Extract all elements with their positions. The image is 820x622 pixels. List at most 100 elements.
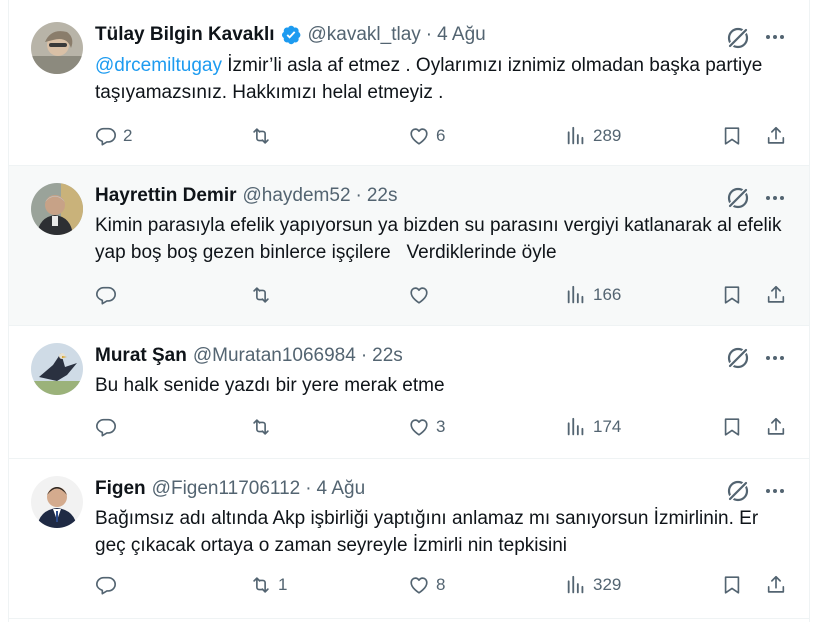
verified-badge-icon [280,24,302,46]
like-count: 8 [436,575,446,594]
tweet-timestamp[interactable]: 22s [367,185,398,207]
bookmark-button[interactable] [721,281,743,309]
separator-dot: · [355,185,362,206]
author-name[interactable]: Hayrettin Demir [95,185,237,207]
tweet-actions: 2 6 289 [95,122,787,150]
tweet-actions: 3 174 [95,413,787,441]
more-icon[interactable] [763,479,787,503]
retweet-icon [253,577,269,593]
reply-icon [96,127,116,146]
reply-icon [96,576,116,595]
tweet-header: Hayrettin Demir @haydem52 · 22s [95,185,398,207]
views-icon [567,575,584,594]
tweet-text: @drcemiltugay İzmir’li asla af etmez . O… [95,52,787,106]
reply-icon [96,418,116,437]
more-icon[interactable] [763,186,787,210]
retweet-count: 1 [278,575,288,594]
like-icon [410,419,428,436]
avatar[interactable] [31,22,83,74]
author-handle[interactable]: @kavakl_tlay [308,24,421,46]
author-name[interactable]: Tülay Bilgin Kavaklı [95,24,275,46]
like-count: 6 [436,126,446,145]
grok-icon[interactable] [725,478,751,504]
like-button[interactable] [408,281,436,309]
separator-dot: · [425,24,433,45]
bookmark-icon [724,286,740,304]
tweet-timestamp[interactable]: 22s [372,345,403,367]
like-button[interactable]: 6 [408,122,445,150]
tweet-text: Bağımsız adı altında Akp işbirliği yaptı… [95,508,764,556]
author-handle[interactable]: @Muratan1066984 [193,345,356,367]
views-button[interactable]: 174 [565,413,621,441]
tweet-actions: 166 [95,281,787,309]
views-button[interactable]: 166 [565,281,621,309]
retweet-button[interactable] [250,413,278,441]
views-count: 289 [593,126,622,145]
more-icon[interactable] [763,346,787,370]
grok-icon[interactable] [725,25,751,51]
tweet[interactable]: Tülay Bilgin Kavaklı @kavakl_tlay · 4 Ağ… [9,0,809,166]
bookmark-button[interactable] [721,413,743,441]
share-icon [767,126,785,144]
tweet-text: Kimin parasıyla efelik yapıyorsun ya biz… [95,215,787,263]
views-button[interactable]: 329 [565,571,621,599]
more-icon[interactable] [763,25,787,49]
bookmark-button[interactable] [721,122,743,150]
separator-dot: · [305,478,312,499]
retweet-button[interactable]: 1 [250,571,287,599]
avatar[interactable] [31,476,83,528]
bookmark-button[interactable] [721,571,743,599]
mention-link[interactable]: @drcemiltugay [95,55,222,76]
tweet-header: Tülay Bilgin Kavaklı @kavakl_tlay · 4 Ağ… [95,24,486,46]
like-button[interactable]: 8 [408,571,445,599]
retweet-icon [253,128,269,144]
share-button[interactable] [765,571,787,599]
reply-button[interactable] [95,413,123,441]
views-icon [567,126,584,145]
views-icon [567,285,584,304]
author-name[interactable]: Murat Şan [95,345,187,367]
avatar[interactable] [31,183,83,235]
share-icon [767,575,785,593]
avatar[interactable] [31,343,83,395]
like-button[interactable]: 3 [408,413,445,441]
author-name[interactable]: Figen [95,478,146,500]
tweet-header: Murat Şan @Muratan1066984 · 22s [95,345,403,367]
retweet-icon [253,287,269,303]
views-button[interactable]: 289 [565,122,621,150]
share-icon [767,285,785,303]
feed-right-border [809,0,810,622]
author-handle[interactable]: @Figen11706112 [152,478,301,500]
tweet-text: Bu halk senide yazdı bir yere merak etme [95,375,445,396]
tweet[interactable]: Figen @Figen11706112 · 4 Ağu Bağımsız ad… [9,459,809,619]
share-button[interactable] [765,122,787,150]
views-count: 329 [593,575,622,594]
share-button[interactable] [765,413,787,441]
reply-button[interactable] [95,571,123,599]
reply-button[interactable]: 2 [95,122,132,150]
share-icon [767,417,785,435]
like-icon [410,577,428,594]
bookmark-icon [724,127,740,145]
like-count: 3 [436,417,446,436]
grok-icon[interactable] [725,185,751,211]
tweet[interactable]: Murat Şan @Muratan1066984 · 22s Bu halk … [9,326,809,459]
author-handle[interactable]: @haydem52 [243,185,351,207]
like-icon [410,287,428,304]
bookmark-icon [724,576,740,594]
tweet[interactable]: Hayrettin Demir @haydem52 · 22s Kimin pa… [9,166,809,326]
retweet-button[interactable] [250,122,278,150]
reply-count: 2 [123,126,133,145]
reply-button[interactable] [95,281,123,309]
retweet-button[interactable] [250,281,278,309]
retweet-icon [253,419,269,435]
views-count: 166 [593,285,622,304]
views-count: 174 [593,417,622,436]
share-button[interactable] [765,281,787,309]
tweet-timestamp[interactable]: 4 Ağu [317,478,366,500]
grok-icon[interactable] [725,345,751,371]
like-icon [410,128,428,145]
tweet-timestamp[interactable]: 4 Ağu [437,24,486,46]
tweet-actions: 1 8 329 [95,571,787,599]
reply-feed: Tülay Bilgin Kavaklı @kavakl_tlay · 4 Ağ… [9,0,809,619]
